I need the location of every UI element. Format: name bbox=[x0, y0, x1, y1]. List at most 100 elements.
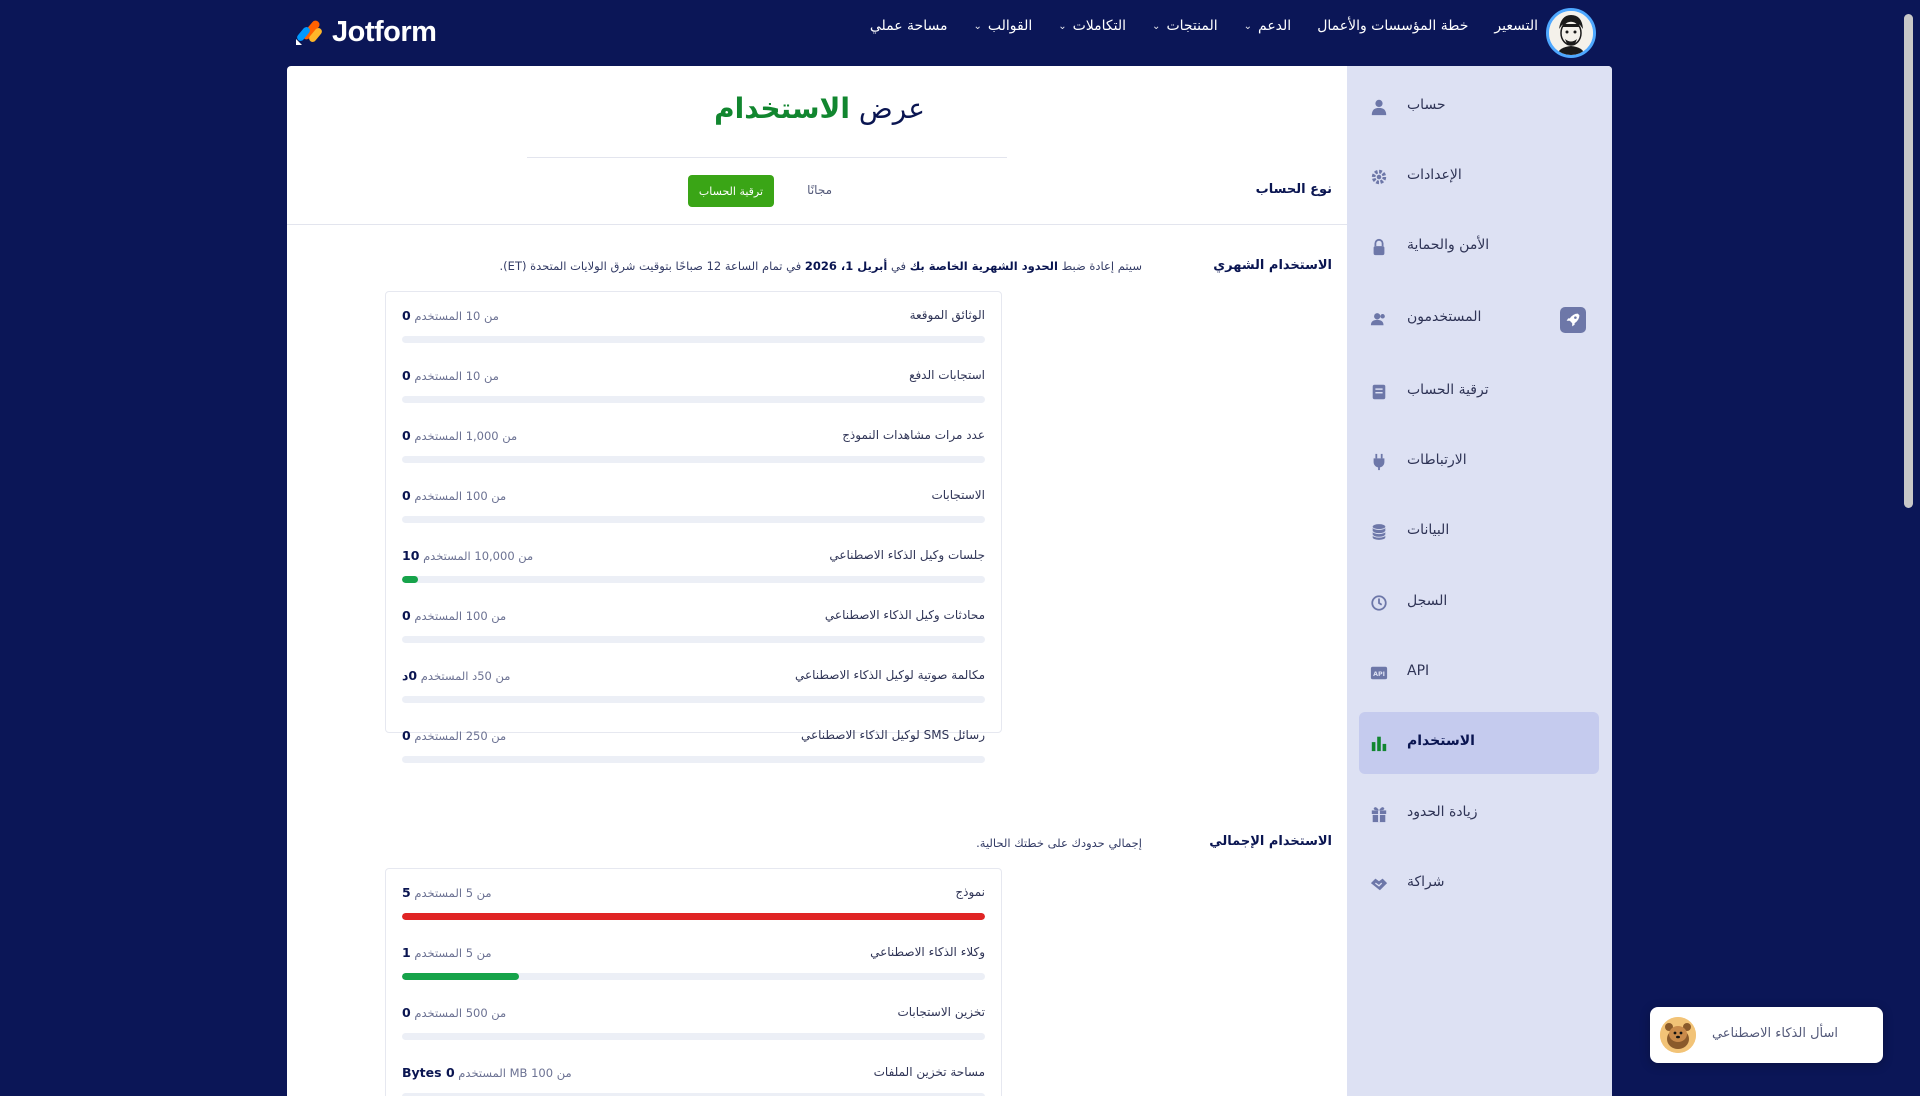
page-scrollbar-thumb[interactable] bbox=[1904, 14, 1913, 508]
chevron-down-icon: ⌄ bbox=[973, 20, 982, 32]
usage-meter-name: وكلاء الذكاء الاصطناعي bbox=[870, 945, 985, 959]
sidebar-item[interactable]: الاستخدام bbox=[1359, 712, 1599, 774]
chevron-down-icon: ⌄ bbox=[1243, 20, 1253, 32]
sidebar-item[interactable]: البيانات bbox=[1359, 501, 1599, 563]
usage-meter-used: 0 bbox=[402, 308, 411, 323]
usage-meter-value: من 50د المستخدم 0د bbox=[402, 668, 510, 683]
usage-meter-suffix: المستخدم bbox=[414, 886, 463, 900]
nav-item[interactable]: التسعير bbox=[1494, 18, 1538, 34]
settings-sidebar: حساب الإعدادات الأمن والحماية المستخدمون ترق… bbox=[1347, 66, 1612, 1096]
nav-item[interactable]: ⌄ المنتجات bbox=[1152, 18, 1218, 34]
usage-meter-limit: من 100 bbox=[465, 609, 507, 623]
nav-menu: التسعير خطة المؤسسات والأعمال ⌄ الدعم ⌄ المنت… bbox=[870, 18, 1538, 34]
top-navigation: Jotform التسعير خطة المؤسسات والأعمال ⌄ الد… bbox=[0, 0, 1920, 66]
page-title: عرض الاستخدام bbox=[287, 92, 1352, 125]
usage-meter-used: 0 bbox=[402, 368, 411, 383]
usage-meter-suffix: المستخدم bbox=[414, 369, 463, 383]
nav-item[interactable]: ⌄ القوالب bbox=[973, 18, 1032, 34]
usage-meter-name: رسائل SMS لوكيل الذكاء الاصطناعي bbox=[800, 728, 985, 742]
title-divider bbox=[527, 157, 1007, 158]
ask-ai-label: اسأل الذكاء الاصطناعي bbox=[1711, 1026, 1838, 1041]
reset-note-text-2: في bbox=[887, 259, 910, 273]
sidebar-item[interactable]: ترقية الحساب bbox=[1359, 361, 1599, 423]
nav-item-label: التسعير bbox=[1494, 18, 1538, 34]
upgrade-account-button[interactable]: ترقية الحساب bbox=[688, 175, 774, 207]
rocket-icon[interactable] bbox=[1560, 307, 1586, 333]
usage-meter-suffix: المستخدم bbox=[414, 1006, 463, 1020]
section-divider bbox=[287, 224, 1352, 225]
sidebar-item[interactable]: API API bbox=[1359, 642, 1599, 704]
usage-meter-limit: من 50د bbox=[472, 669, 511, 683]
sidebar-item[interactable]: شراكة bbox=[1359, 853, 1599, 915]
usage-meter-value: من 10 المستخدم 0 bbox=[402, 308, 499, 323]
sidebar-item[interactable]: حساب bbox=[1359, 76, 1599, 138]
chevron-down-icon: ⌄ bbox=[1058, 20, 1067, 32]
usage-meter-used: 5 bbox=[402, 885, 411, 900]
usage-meter-value: من 250 المستخدم 0 bbox=[402, 728, 506, 743]
usage-meter-limit: من 5 bbox=[465, 886, 492, 900]
usage-progress-track bbox=[402, 756, 985, 763]
nav-item-label: التكاملات bbox=[1072, 18, 1127, 34]
total-usage-card: نموذج من 5 المستخدم 5 وكلاء الذكاء الاصطنا… bbox=[385, 868, 1002, 1096]
usage-meter: تخزين الاستجابات من 500 المستخدم 0 bbox=[402, 999, 985, 1048]
sidebar-item[interactable]: زيادة الحدود bbox=[1359, 783, 1599, 845]
usage-meter-suffix: المستخدم bbox=[423, 549, 471, 563]
monthly-reset-note: سيتم إعادة ضبط الحدود الشهرية الخاصة بك … bbox=[500, 259, 1142, 273]
sidebar-item-label: الأمن والحماية bbox=[1407, 237, 1490, 253]
nav-item-label: الدعم bbox=[1258, 18, 1292, 34]
ask-ai-button[interactable]: اسأل الذكاء الاصطناعي bbox=[1650, 1007, 1883, 1063]
nav-item[interactable]: خطة المؤسسات والأعمال bbox=[1317, 18, 1468, 34]
usage-content: عرض الاستخدام نوع الحساب مجانًا ترقية ال… bbox=[287, 66, 1352, 1096]
monthly-usage-card: الوثائق الموقعة من 10 المستخدم 0 استجابات … bbox=[385, 291, 1002, 763]
sidebar-item[interactable]: الأمن والحماية bbox=[1359, 216, 1599, 278]
usage-meter-name: نموذج bbox=[955, 885, 985, 899]
usage-meter-suffix: المستخدم bbox=[414, 729, 463, 743]
sidebar-item-label: الارتباطات bbox=[1407, 452, 1467, 468]
sidebar-item-label: الإعدادات bbox=[1407, 167, 1462, 183]
reset-note-text-1: سيتم إعادة ضبط bbox=[1057, 259, 1142, 273]
usage-progress-fill bbox=[402, 913, 985, 920]
jotform-logo[interactable]: Jotform bbox=[294, 14, 437, 50]
usage-meter-suffix: المستخدم bbox=[414, 309, 463, 323]
sidebar-item[interactable]: الإعدادات bbox=[1359, 146, 1599, 208]
sidebar-item[interactable]: الارتباطات bbox=[1359, 431, 1599, 493]
user-avatar[interactable] bbox=[1546, 8, 1596, 58]
usage-meter-name: مكالمة صوتية لوكيل الذكاء الاصطناعي bbox=[794, 668, 985, 682]
sidebar-item-label: شراكة bbox=[1407, 874, 1445, 890]
nav-item-label: القوالب bbox=[987, 18, 1033, 34]
page-title-accent: الاستخدام bbox=[714, 92, 850, 125]
usage-progress-track bbox=[402, 576, 985, 583]
jotform-logo-icon bbox=[296, 20, 322, 45]
usage-meter: مكالمة صوتية لوكيل الذكاء الاصطناعي من 50… bbox=[402, 662, 985, 711]
reset-note-bold-1: الحدود الشهرية الخاصة بك bbox=[909, 259, 1058, 273]
usage-meter: الاستجابات من 100 المستخدم 0 bbox=[402, 482, 985, 531]
usage-meter-name: محادثات وكيل الذكاء الاصطناعي bbox=[824, 608, 985, 622]
sidebar-item-label: الاستخدام bbox=[1407, 733, 1475, 749]
monthly-usage-label: الاستخدام الشهري bbox=[1213, 258, 1332, 273]
usage-meter-value: من 1,000 المستخدم 0 bbox=[402, 428, 517, 443]
nav-item-label: مساحة عملي bbox=[869, 18, 948, 34]
usage-meter-suffix: المستخدم bbox=[414, 609, 463, 623]
usage-meter-value: من 100 المستخدم 0 bbox=[402, 608, 506, 623]
usage-progress-track bbox=[402, 336, 985, 343]
chevron-down-icon: ⌄ bbox=[1152, 20, 1161, 32]
sidebar-item[interactable]: السجل bbox=[1359, 572, 1599, 634]
usage-meter-used: 0 bbox=[402, 428, 411, 443]
sidebar-item[interactable]: المستخدمون bbox=[1359, 288, 1599, 350]
nav-item[interactable]: مساحة عملي bbox=[870, 18, 948, 34]
usage-meter-suffix: المستخدم bbox=[458, 1066, 506, 1080]
nav-item[interactable]: ⌄ التكاملات bbox=[1058, 18, 1126, 34]
usage-progress-track bbox=[402, 696, 985, 703]
usage-meter-used: 0 Bytes bbox=[402, 1065, 455, 1080]
ai-assistant-avatar-icon bbox=[1660, 1017, 1696, 1053]
usage-meter: جلسات وكيل الذكاء الاصطناعي من 10,000 الم… bbox=[402, 542, 985, 591]
page-title-prefix: عرض bbox=[858, 92, 925, 125]
usage-meter-used: 0 bbox=[402, 608, 411, 623]
settings-panel: عرض الاستخدام نوع الحساب مجانًا ترقية ال… bbox=[287, 66, 1612, 1096]
total-usage-label: الاستخدام الإجمالي bbox=[1209, 834, 1332, 849]
usage-meter-name: تخزين الاستجابات bbox=[897, 1005, 985, 1019]
usage-meter: نموذج من 5 المستخدم 5 bbox=[402, 879, 985, 928]
brand-name: Jotform bbox=[332, 15, 437, 48]
nav-item[interactable]: ⌄ الدعم bbox=[1244, 18, 1292, 34]
usage-meter-suffix: المستخدم bbox=[420, 669, 469, 683]
